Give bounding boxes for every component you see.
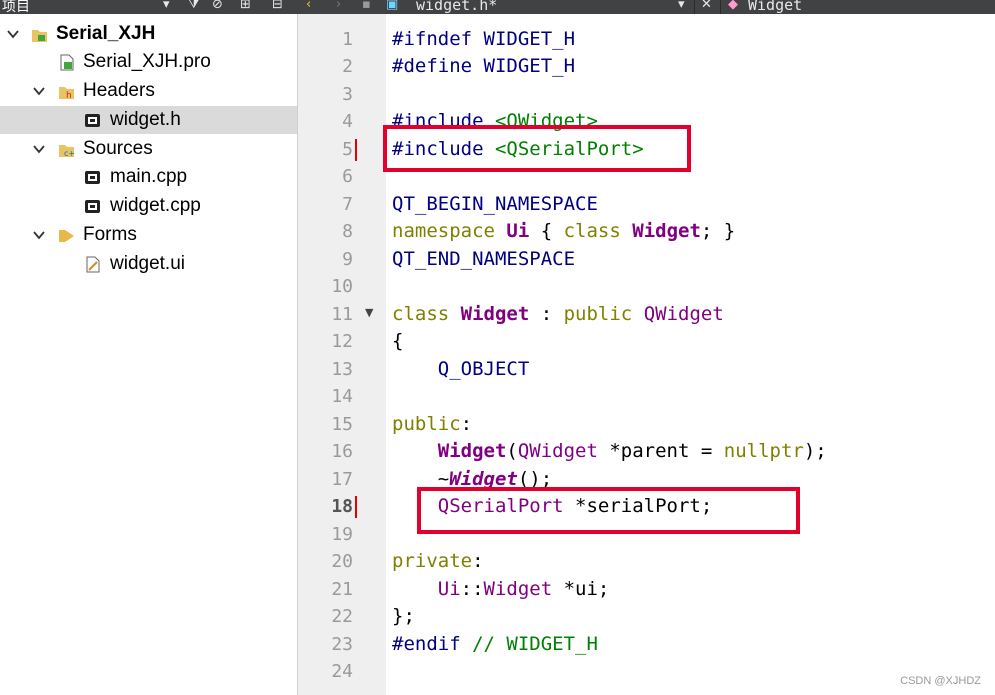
symbol-selector[interactable]: Widget: [748, 0, 802, 13]
code-line: QT_BEGIN_NAMESPACE: [392, 193, 598, 215]
tree-item-label: widget.cpp: [110, 195, 201, 216]
tree-item-label: widget.ui: [110, 253, 185, 274]
tree-item-label: Sources: [83, 138, 153, 159]
close-file-icon[interactable]: ✕: [701, 0, 712, 13]
tree-item-label: widget.h: [110, 109, 181, 130]
code-line: };: [392, 605, 415, 627]
class-symbol-icon: ◆: [728, 0, 738, 12]
pro-file-icon: [58, 54, 75, 71]
line-number: 15: [331, 414, 353, 435]
line-number: 13: [331, 359, 353, 380]
line-number: 20: [331, 551, 353, 572]
line-number: 11: [331, 304, 353, 325]
tree-item-label: Serial_XJH.pro: [83, 51, 211, 72]
line-number: 21: [331, 579, 353, 600]
tree-item-project[interactable]: Serial_XJH: [0, 20, 297, 48]
tree-item-headers[interactable]: h Headers: [0, 77, 297, 105]
line-number: 2: [342, 56, 353, 77]
header-file-icon: ▣: [386, 0, 399, 12]
tree-item-label: Forms: [83, 224, 137, 245]
editor-toolbar: ‹ › ▪ ▣ widget.h* ▾ ✕ ◆ Widget: [298, 0, 995, 14]
chevron-down-icon[interactable]: [32, 142, 46, 156]
code-line: #endif // WIDGET_H: [392, 633, 598, 655]
line-number: 5: [342, 139, 353, 160]
tree-item-label: Serial_XJH: [56, 23, 156, 44]
headers-folder-icon: h: [58, 83, 75, 101]
code-line: Widget(QWidget *parent = nullptr);: [392, 440, 827, 462]
file-tab[interactable]: widget.h*: [416, 0, 497, 13]
code-line: #ifndef WIDGET_H: [392, 28, 576, 50]
link-icon[interactable]: ⊘: [212, 0, 223, 13]
line-number-current: 18: [331, 496, 353, 517]
tree-item-forms[interactable]: Forms: [0, 221, 297, 249]
line-number: 1: [342, 29, 353, 50]
line-number: 7: [342, 194, 353, 215]
tree-item-widget-cpp[interactable]: widget.cpp: [0, 192, 297, 220]
code-line: Ui::Widget *ui;: [392, 578, 610, 600]
line-number: 24: [331, 661, 353, 682]
tree-item-widget-ui[interactable]: widget.ui: [0, 250, 297, 278]
line-number: 6: [342, 166, 353, 187]
cpp-file-icon: [84, 198, 101, 215]
back-icon[interactable]: ‹: [306, 0, 311, 13]
forward-icon[interactable]: ›: [336, 0, 341, 13]
sources-folder-icon: c+: [58, 141, 75, 158]
line-number: 4: [342, 111, 353, 132]
code-line: private:: [392, 550, 484, 572]
chevron-down-icon[interactable]: [6, 27, 20, 41]
svg-text:h: h: [66, 91, 72, 100]
file-dropdown-icon[interactable]: ▾: [678, 0, 685, 13]
project-panel-title: 项目: [2, 0, 30, 14]
code-line: public:: [392, 413, 473, 435]
forms-folder-icon: [58, 227, 75, 244]
tree-item-label: Headers: [83, 80, 155, 101]
project-panel-toolbar: 项目 ▾ ⧩ ⊘ ⊞ ⊟: [0, 0, 298, 14]
code-line: namespace Ui { class Widget; }: [392, 220, 736, 242]
line-number: 14: [331, 386, 353, 407]
filter-icon[interactable]: ⧩: [188, 0, 200, 13]
tree-item-pro-file[interactable]: Serial_XJH.pro: [0, 48, 297, 76]
line-number: 12: [331, 331, 353, 352]
tree-item-sources[interactable]: c+ Sources: [0, 135, 297, 163]
code-line: QT_END_NAMESPACE: [392, 248, 576, 270]
svg-text:c+: c+: [64, 149, 75, 158]
code-line: {: [392, 330, 404, 352]
ui-file-icon: [84, 256, 101, 273]
split-icon[interactable]: ⊞: [240, 0, 251, 13]
chevron-down-icon[interactable]: [32, 84, 46, 98]
line-number: 9: [342, 249, 353, 270]
chevron-down-icon[interactable]: [32, 228, 46, 242]
line-number: 3: [342, 84, 353, 105]
close-panel-icon[interactable]: ⊟: [272, 0, 283, 13]
tree-item-widget-h[interactable]: widget.h: [0, 106, 297, 134]
dropdown-arrow-icon[interactable]: ▾: [163, 0, 170, 13]
code-line: #define WIDGET_H: [392, 55, 576, 77]
line-number: 10: [331, 276, 353, 297]
cpp-file-icon: [84, 169, 101, 186]
project-icon: [31, 26, 48, 43]
modified-line-marker: [355, 139, 357, 161]
fold-arrow-icon[interactable]: ▼: [365, 299, 373, 326]
lock-icon[interactable]: ▪: [362, 0, 371, 13]
highlight-box-member: [417, 487, 800, 534]
line-number: 23: [331, 634, 353, 655]
watermark: CSDN @XJHDZ: [900, 675, 981, 687]
header-file-icon: [84, 112, 101, 129]
tree-item-main-cpp[interactable]: main.cpp: [0, 163, 297, 191]
line-number: 22: [331, 606, 353, 627]
line-number: 17: [331, 469, 353, 490]
modified-line-marker: [355, 496, 357, 518]
code-line: Q_OBJECT: [392, 358, 530, 380]
code-line: class Widget : public QWidget: [392, 303, 724, 325]
line-number: 8: [342, 221, 353, 242]
line-number: 16: [331, 441, 353, 462]
highlight-box-include: [383, 125, 691, 172]
tree-item-label: main.cpp: [110, 166, 188, 187]
line-number: 19: [331, 524, 353, 545]
